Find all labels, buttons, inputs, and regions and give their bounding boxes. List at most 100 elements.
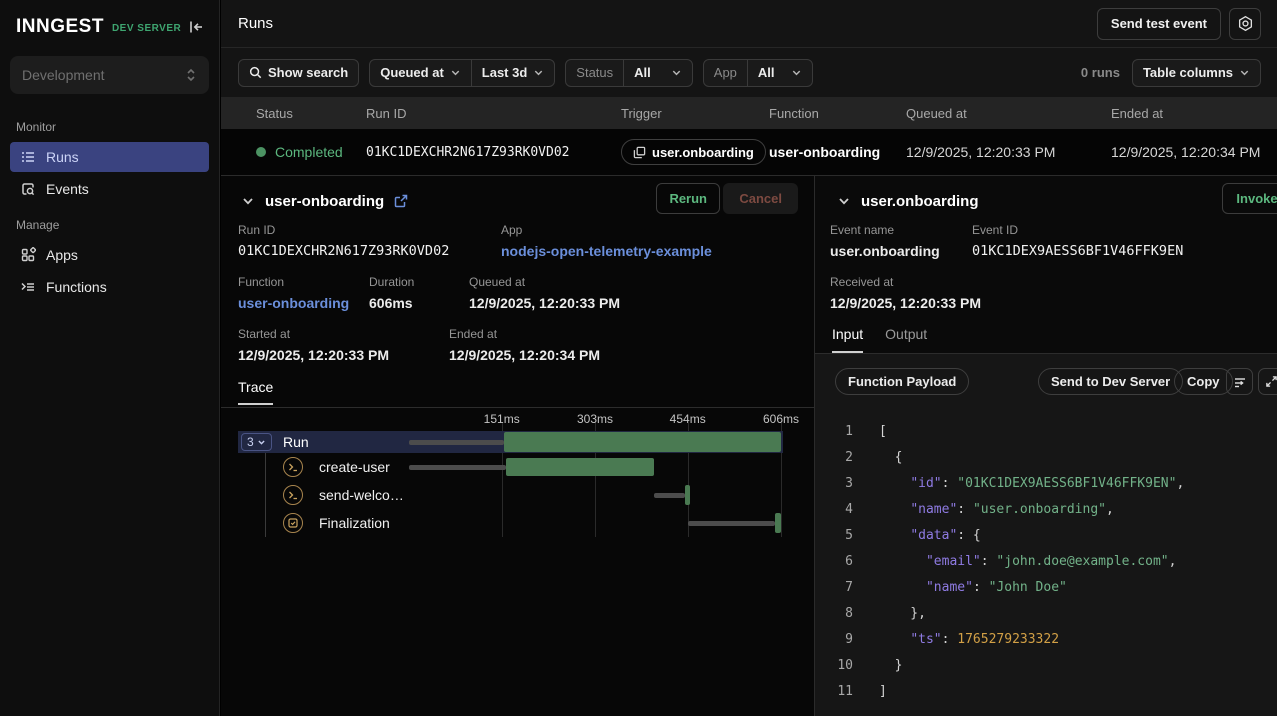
event-trigger-icon	[633, 146, 646, 159]
run-status: Completed	[275, 144, 343, 160]
trace-rows: 3Run create-user send-welco… Finalization	[238, 431, 783, 537]
sidebar-item-runs[interactable]: Runs	[10, 142, 209, 172]
select-chevrons-icon	[185, 68, 197, 82]
trigger-pill[interactable]: user.onboarding	[621, 139, 766, 165]
table-row[interactable]: Completed 01KC1DEXCHR2N617Z93RK0VD02 use…	[221, 129, 1277, 175]
sidebar-item-functions[interactable]: Functions	[10, 272, 209, 302]
trace-row-run[interactable]: 3Run	[238, 431, 783, 453]
finalization-step-icon	[283, 513, 303, 533]
app-filter-label: App	[714, 65, 737, 80]
function-payload-button[interactable]: Function Payload	[835, 368, 969, 395]
line-number: 6	[815, 554, 853, 569]
chevron-down-icon	[533, 67, 544, 78]
inngest-logo: INNGEST	[16, 16, 104, 38]
sidebar-collapse-icon[interactable]	[187, 18, 205, 36]
sidebar-section-monitor: Monitor	[0, 108, 219, 140]
detail-queued-at: 12/9/2025, 12:20:33 PM	[469, 293, 620, 313]
code-text: "data": {	[879, 528, 981, 543]
tab-output[interactable]: Output	[885, 326, 927, 353]
detail-ended-at: 12/9/2025, 12:20:34 PM	[449, 345, 600, 365]
runs-table-header: Status Run ID Trigger Function Queued at…	[221, 97, 1277, 129]
status-filter-value: All	[634, 65, 651, 80]
chevron-down-icon	[450, 67, 461, 78]
event-tabs: Input Output	[832, 326, 927, 353]
app-filter[interactable]: App All	[703, 59, 813, 87]
line-number: 4	[815, 502, 853, 517]
wrap-text-button[interactable]	[1226, 368, 1253, 395]
sidebar-section-manage: Manage	[0, 206, 219, 238]
field-label: Event name	[830, 222, 940, 238]
sidebar-item-apps[interactable]: Apps	[10, 240, 209, 270]
page-title: Runs	[238, 15, 273, 32]
rerun-button[interactable]: Rerun	[656, 183, 720, 214]
detail-function-link[interactable]: user-onboarding	[238, 293, 349, 313]
terminal-step-icon	[283, 485, 303, 505]
send-to-dev-server-button[interactable]: Send to Dev Server	[1038, 368, 1183, 395]
chevron-down-icon	[1239, 67, 1250, 78]
functions-icon	[20, 279, 36, 295]
table-columns-label: Table columns	[1143, 65, 1233, 80]
trigger-name: user.onboarding	[652, 145, 754, 160]
run-function: user-onboarding	[769, 144, 906, 160]
time-filter: Queued at Last 3d	[369, 59, 555, 87]
tab-trace[interactable]: Trace	[238, 379, 273, 405]
code-lines[interactable]: 1[2 {3 "id": "01KC1DEX9AESS6BF1V46FFK9EN…	[815, 418, 1277, 716]
trace-row-create-user[interactable]: create-user	[238, 453, 783, 481]
gear-icon	[1237, 15, 1254, 32]
run-detail-panel: user-onboarding Rerun Cancel Run ID 01KC…	[221, 175, 814, 716]
line-number: 10	[815, 658, 853, 673]
code-text: ]	[879, 684, 887, 699]
code-text: },	[879, 606, 926, 621]
trace-duration-bar	[504, 432, 781, 452]
expand-icon	[1265, 375, 1277, 388]
events-icon	[20, 181, 36, 197]
invoke-button[interactable]: Invoke	[1222, 183, 1277, 214]
trace-row-send-welco-[interactable]: send-welco…	[238, 481, 783, 509]
trace-queue-line	[688, 521, 775, 526]
tab-input[interactable]: Input	[832, 326, 863, 353]
table-columns-dropdown[interactable]: Table columns	[1132, 59, 1261, 87]
sidebar-item-label: Events	[46, 181, 89, 197]
cancel-button[interactable]: Cancel	[723, 183, 798, 214]
time-field-dropdown[interactable]: Queued at	[370, 60, 471, 86]
line-number: 7	[815, 580, 853, 595]
environment-select-value: Development	[22, 67, 105, 83]
detail-run-id: 01KC1DEXCHR2N617Z93RK0VD02	[238, 241, 449, 261]
event-received-at: 12/9/2025, 12:20:33 PM	[830, 293, 981, 313]
show-search-button[interactable]: Show search	[238, 59, 359, 87]
code-line: 1[	[815, 418, 1277, 444]
field-label: Received at	[830, 274, 981, 290]
collapse-run-detail-icon[interactable]	[241, 194, 255, 208]
runs-icon	[20, 149, 36, 165]
field-label: Started at	[238, 326, 389, 342]
send-test-event-button[interactable]: Send test event	[1097, 8, 1221, 40]
trace-row-finalization[interactable]: Finalization	[238, 509, 783, 537]
code-line: 8 },	[815, 600, 1277, 626]
code-line: 10 }	[815, 652, 1277, 678]
chevron-down-icon	[671, 67, 682, 78]
run-ended-at: 12/9/2025, 12:20:34 PM	[1111, 144, 1277, 160]
collapse-event-detail-icon[interactable]	[837, 194, 851, 208]
field-label: Duration	[369, 274, 414, 290]
trace-row-label: create-user	[319, 459, 390, 475]
apps-icon	[20, 247, 36, 263]
sidebar-item-label: Apps	[46, 247, 78, 263]
environment-select[interactable]: Development	[10, 56, 209, 94]
detail-app-link[interactable]: nodejs-open-telemetry-example	[501, 241, 712, 261]
trace-row-label: Finalization	[319, 515, 390, 531]
sidebar-item-events[interactable]: Events	[10, 174, 209, 204]
settings-button[interactable]	[1229, 8, 1261, 40]
trace-duration-bar	[775, 513, 781, 533]
code-line: 4 "name": "user.onboarding",	[815, 496, 1277, 522]
expand-button[interactable]	[1258, 368, 1277, 395]
field-label: Event ID	[972, 222, 1183, 238]
copy-button[interactable]: Copy	[1174, 368, 1233, 395]
external-link-icon[interactable]	[394, 194, 408, 208]
code-line: 3 "id": "01KC1DEX9AESS6BF1V46FFK9EN",	[815, 470, 1277, 496]
logo-row: INNGEST DEV SERVER	[0, 0, 219, 50]
code-text: }	[879, 658, 902, 673]
time-range-dropdown[interactable]: Last 3d	[471, 60, 555, 86]
trace-children-count-badge[interactable]: 3	[241, 433, 272, 451]
status-filter[interactable]: Status All	[565, 59, 692, 87]
main-area: Runs Send test event Show search Queued …	[221, 0, 1277, 716]
